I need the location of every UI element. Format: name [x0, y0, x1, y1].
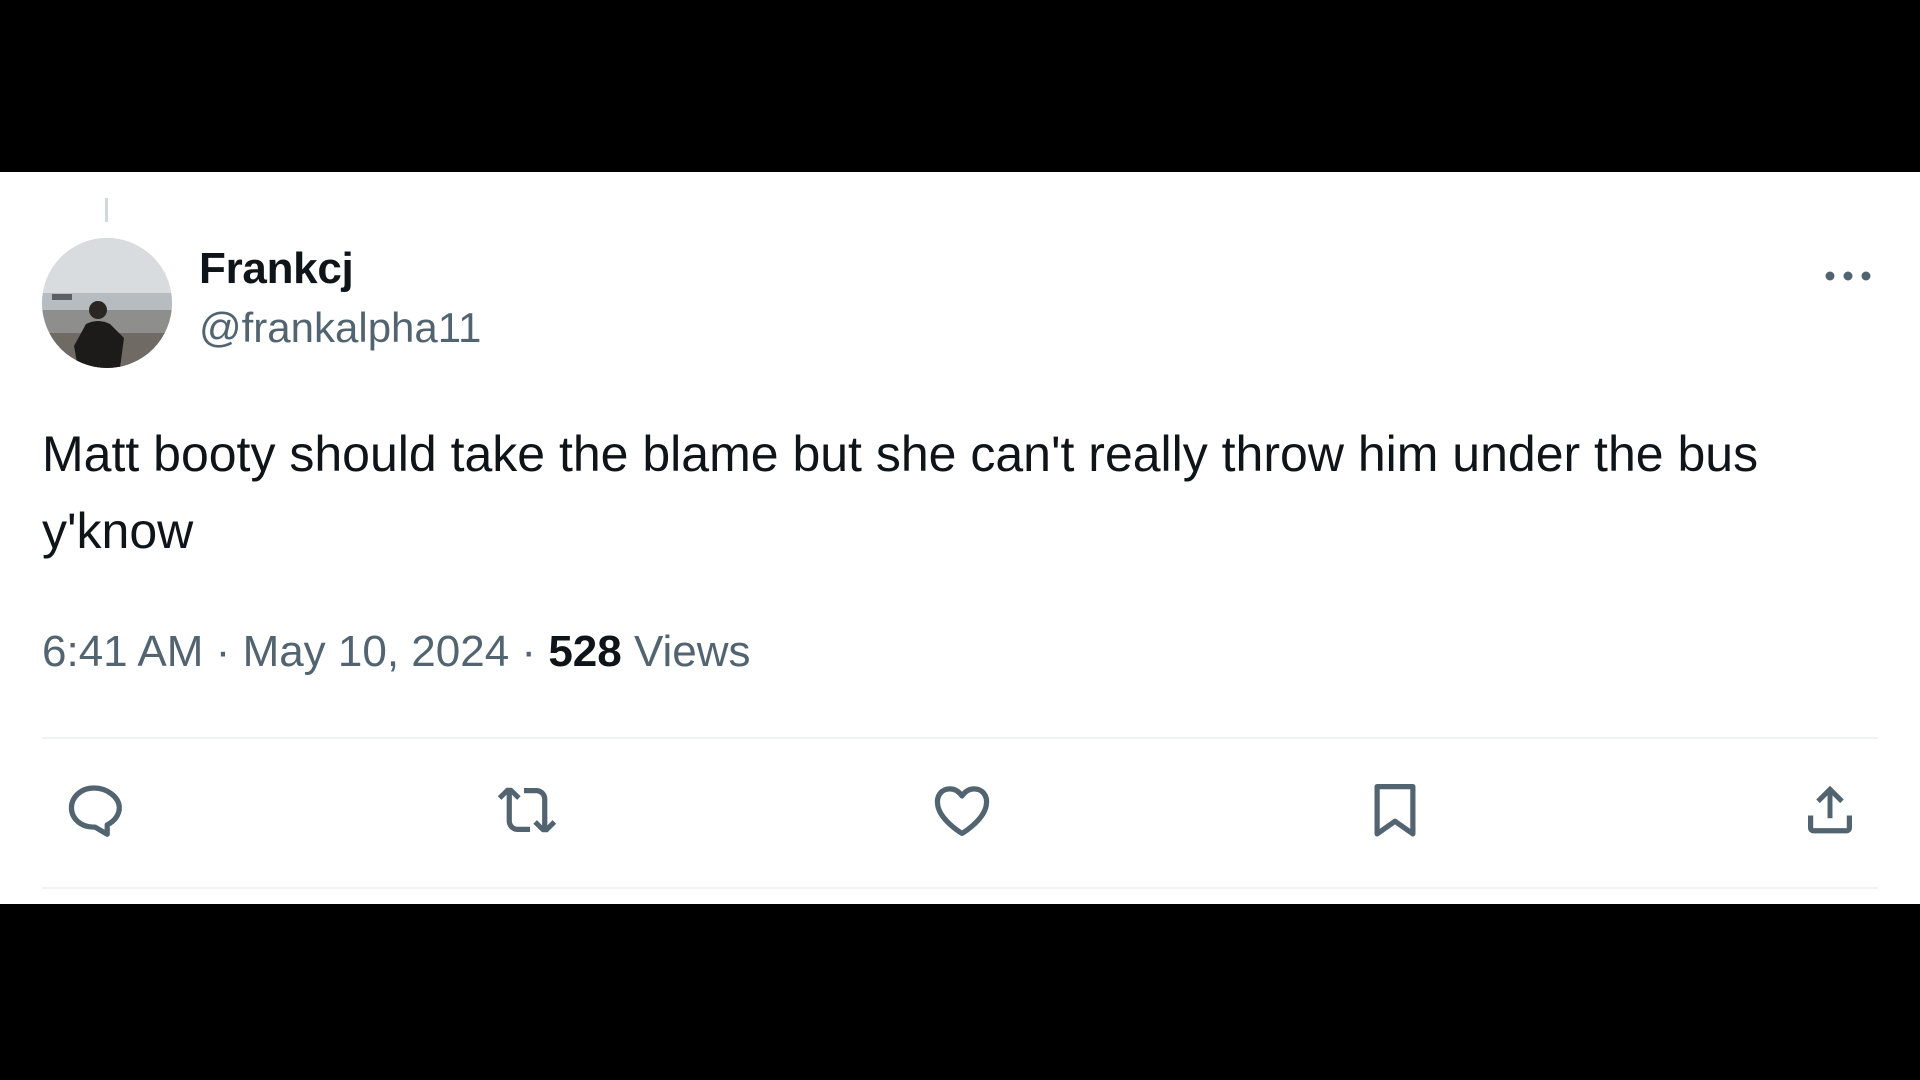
- screenshot-frame: Frankcj @frankalpha11 Matt booty should …: [0, 0, 1920, 1080]
- divider: [42, 737, 1878, 739]
- reply-button[interactable]: [54, 770, 134, 850]
- tweet-card: Frankcj @frankalpha11 Matt booty should …: [0, 172, 1920, 904]
- display-name[interactable]: Frankcj: [199, 242, 481, 296]
- share-icon: [1808, 785, 1852, 834]
- tweet-header: Frankcj @frankalpha11: [42, 238, 1878, 368]
- divider: [42, 887, 1878, 889]
- reply-icon: [68, 785, 122, 837]
- author-handle[interactable]: @frankalpha11: [199, 298, 481, 358]
- views-label: Views: [633, 627, 751, 676]
- more-options-button[interactable]: [1818, 256, 1878, 296]
- repost-button[interactable]: [487, 770, 567, 850]
- repost-icon: [497, 787, 557, 833]
- heart-icon: [934, 786, 990, 836]
- tweet-text: Matt booty should take the blame but she…: [42, 426, 1759, 559]
- bookmark-icon: [1374, 784, 1416, 837]
- avatar-photo: [42, 238, 172, 368]
- action-bar: [42, 752, 1878, 872]
- tweet-meta: 6:41 AM · May 10, 2024 · 528 Views: [42, 622, 751, 682]
- views-count: 528: [548, 627, 622, 676]
- post-time[interactable]: 6:41 AM: [42, 627, 203, 676]
- more-horizontal-icon: [1825, 271, 1871, 281]
- post-date[interactable]: May 10, 2024: [243, 627, 510, 676]
- thread-connector-line: [105, 198, 108, 222]
- avatar[interactable]: [42, 238, 172, 368]
- bookmark-button[interactable]: [1355, 770, 1435, 850]
- meta-separator: ·: [521, 627, 537, 676]
- share-button[interactable]: [1790, 770, 1870, 850]
- meta-separator: ·: [215, 627, 231, 676]
- like-button[interactable]: [922, 770, 1002, 850]
- author-names: Frankcj @frankalpha11: [199, 242, 481, 358]
